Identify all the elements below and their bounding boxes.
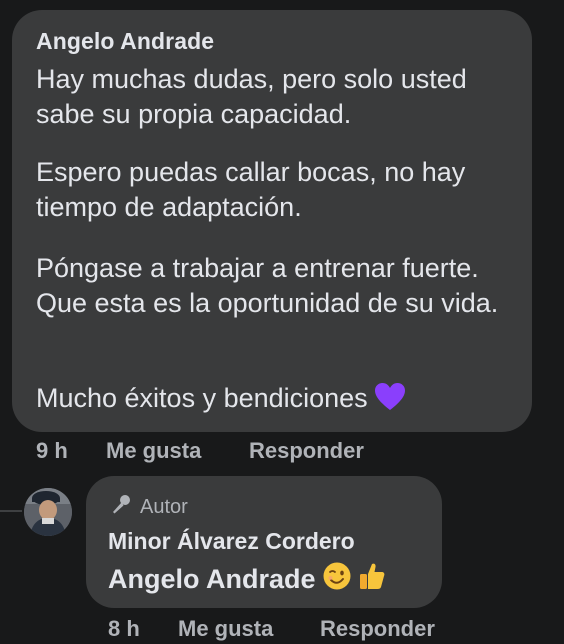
reply-actions: 8 h Me gusta Responder — [108, 616, 435, 642]
comment-paragraph: Póngase a trabajar a entrenar fuerte. Qu… — [36, 253, 499, 318]
thread-connector — [0, 510, 22, 512]
author-badge-label: Autor — [140, 495, 188, 518]
comment-paragraph: Hay muchas dudas, pero solo usted sabe s… — [36, 64, 467, 129]
mention-tag[interactable]: Angelo Andrade — [108, 564, 316, 595]
thumbs-up-icon — [358, 561, 386, 598]
reply-timestamp[interactable]: 8 h — [108, 616, 178, 642]
author-badge: Autor — [110, 493, 188, 521]
comment-paragraph-text: Mucho éxitos y bendiciones — [36, 383, 368, 413]
avatar[interactable] — [24, 488, 72, 536]
reply-like-button[interactable]: Me gusta — [178, 616, 320, 642]
comment-author[interactable]: Angelo Andrade — [36, 28, 214, 55]
reply-reply-button[interactable]: Responder — [320, 616, 435, 642]
purple-heart-icon — [374, 382, 406, 421]
winking-face-icon — [322, 561, 352, 598]
comment-thread: Angelo Andrade Hay muchas dudas, pero so… — [0, 0, 564, 644]
reply-button[interactable]: Responder — [249, 438, 364, 464]
reply-author[interactable]: Minor Álvarez Cordero — [108, 528, 355, 555]
comment-actions: 9 h Me gusta Responder — [36, 438, 364, 464]
microphone-icon — [110, 493, 132, 521]
comment-paragraph-last: Mucho éxitos y bendiciones — [36, 381, 516, 421]
like-button[interactable]: Me gusta — [106, 438, 249, 464]
reply-content: Angelo Andrade — [108, 561, 386, 598]
comment-timestamp[interactable]: 9 h — [36, 438, 106, 464]
comment-paragraph: Espero puedas callar bocas, no hay tiemp… — [36, 157, 466, 222]
